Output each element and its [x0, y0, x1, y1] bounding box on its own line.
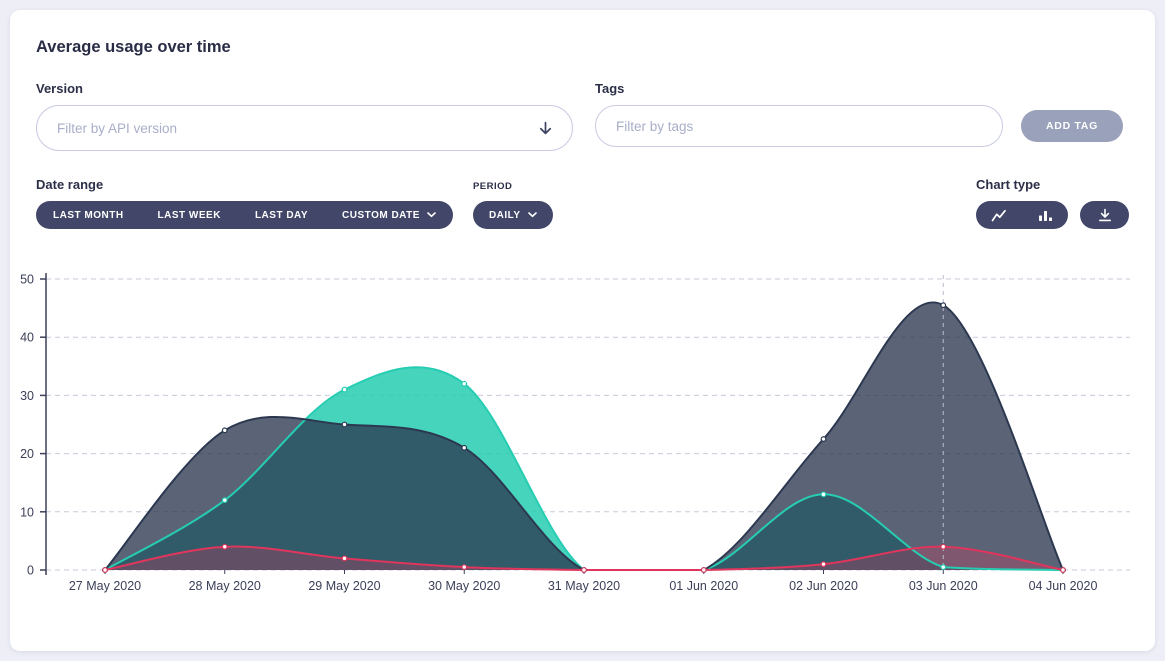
tags-field-label: Tags [595, 81, 1123, 96]
arrow-down-icon[interactable] [537, 120, 554, 137]
teal-series-point[interactable] [342, 387, 347, 392]
version-field-label: Version [36, 81, 573, 96]
x-tick-label: 04 Jun 2020 [1029, 579, 1098, 593]
period-select[interactable]: DAILY [473, 201, 553, 229]
red-series-area [105, 546, 1063, 570]
date-range-field: Date range LAST MONTH LAST WEEK LAST DAY CU… [36, 177, 453, 229]
dark-series-point[interactable] [821, 437, 826, 442]
line-chart-icon [991, 209, 1008, 222]
x-axis-labels: 27 May 2020 28 May 2020 29 May 2020 30 May … [69, 570, 1098, 593]
teal-series-point[interactable] [462, 381, 467, 386]
filters-row: Version Tags ADD TAG [36, 81, 1129, 151]
tags-filter-input[interactable] [614, 118, 984, 135]
red-series-point[interactable] [103, 568, 108, 573]
controls-row: Date range LAST MONTH LAST WEEK LAST DAY CU… [36, 177, 1129, 229]
y-axis: 0 10 20 30 40 50 [20, 273, 46, 578]
red-series-point[interactable] [701, 568, 706, 573]
bar-chart-button[interactable] [1023, 201, 1068, 229]
dark-series-point[interactable] [941, 303, 946, 308]
version-filter[interactable] [36, 105, 573, 151]
add-tag-button[interactable]: ADD TAG [1021, 110, 1123, 142]
button-label: LAST DAY [255, 210, 308, 221]
teal-series-point[interactable] [222, 498, 227, 503]
x-tick-label: 30 May 2020 [428, 579, 500, 593]
date-range-button-last-week[interactable]: LAST WEEK [141, 201, 238, 229]
x-tick-label: 02 Jun 2020 [789, 579, 858, 593]
button-label: LAST WEEK [158, 210, 221, 221]
y-tick-label: 20 [20, 447, 34, 461]
period-field: PERIOD DAILY [473, 181, 553, 229]
dark-series-area [105, 302, 1063, 570]
chart-area: 0 10 20 30 40 50 27 May 2020 28 May 2020 29 May … [10, 263, 1129, 618]
date-range-label: Date range [36, 177, 453, 192]
chart-type-label: Chart type [976, 177, 1129, 192]
page-title: Average usage over time [36, 38, 1129, 57]
download-button[interactable] [1080, 201, 1129, 229]
usage-chart[interactable]: 0 10 20 30 40 50 27 May 2020 28 May 2020 29 May … [10, 263, 1150, 613]
x-tick-label: 29 May 2020 [308, 579, 380, 593]
tags-filter[interactable] [595, 105, 1003, 147]
chart-type-field: Chart type [976, 177, 1129, 229]
version-field: Version [36, 81, 573, 151]
chart-type-group [976, 201, 1068, 229]
dark-series-point[interactable] [222, 428, 227, 433]
red-series-point[interactable] [222, 544, 227, 549]
y-tick-label: 30 [20, 389, 34, 403]
chevron-down-icon [427, 212, 436, 218]
card: Average usage over time Version Tags ADD… [10, 10, 1155, 651]
teal-series-point[interactable] [941, 565, 946, 570]
download-icon [1098, 208, 1112, 222]
version-filter-input[interactable] [55, 120, 537, 137]
y-tick-label: 40 [20, 331, 34, 345]
date-range-button-last-day[interactable]: LAST DAY [238, 201, 325, 229]
line-chart-button[interactable] [976, 201, 1023, 229]
red-series-point[interactable] [582, 568, 587, 573]
date-range-group: LAST MONTH LAST WEEK LAST DAY CUSTOM DATE [36, 201, 453, 229]
tags-field: Tags ADD TAG [595, 81, 1123, 147]
chevron-down-icon [528, 212, 537, 218]
period-value: DAILY [489, 210, 521, 221]
y-tick-label: 50 [20, 273, 34, 287]
dark-series-point[interactable] [462, 445, 467, 450]
date-range-button-custom-date[interactable]: CUSTOM DATE [325, 201, 453, 229]
bar-chart-icon [1038, 209, 1053, 222]
y-tick-label: 10 [20, 505, 34, 519]
button-label: CUSTOM DATE [342, 210, 420, 221]
red-series-point[interactable] [941, 544, 946, 549]
date-range-button-last-month[interactable]: LAST MONTH [36, 201, 141, 229]
period-label: PERIOD [473, 181, 553, 192]
y-tick-label: 0 [27, 564, 34, 578]
x-tick-label: 28 May 2020 [189, 579, 261, 593]
button-label: LAST MONTH [53, 210, 124, 221]
x-tick-label: 31 May 2020 [548, 579, 620, 593]
teal-series-point[interactable] [821, 492, 826, 497]
red-series-point[interactable] [1061, 568, 1066, 573]
series-fills [105, 302, 1063, 570]
x-tick-label: 03 Jun 2020 [909, 579, 978, 593]
dark-series-point[interactable] [342, 422, 347, 427]
x-tick-label: 27 May 2020 [69, 579, 141, 593]
red-series-point[interactable] [462, 565, 467, 570]
red-series-point[interactable] [821, 562, 826, 567]
x-tick-label: 01 Jun 2020 [669, 579, 738, 593]
red-series-point[interactable] [342, 556, 347, 561]
